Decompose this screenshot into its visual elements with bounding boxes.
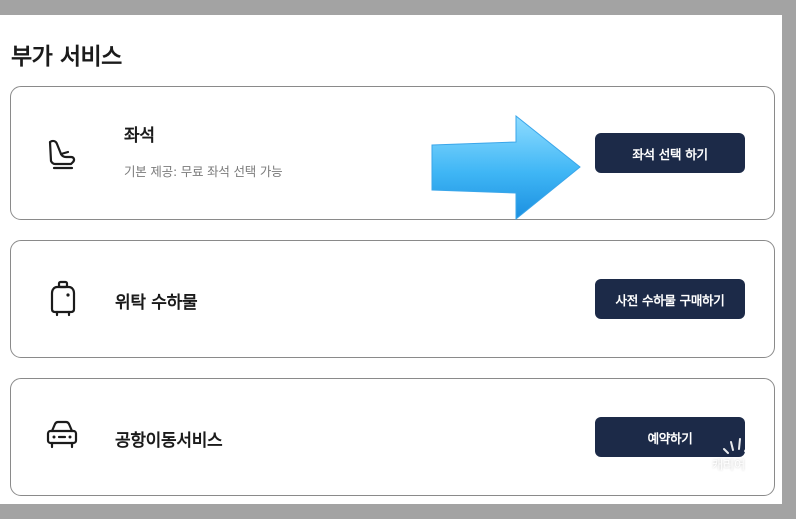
luggage-icon — [47, 279, 79, 323]
seat-card-subtitle: 기본 제공: 무료 좌석 선택 가능 — [124, 164, 283, 179]
transfer-card-title: 공항이동서비스 — [115, 431, 223, 451]
seat-icon — [44, 137, 80, 177]
select-seat-button[interactable]: 좌석 선택 하기 — [595, 133, 745, 173]
car-icon — [44, 417, 80, 457]
watermark-logo: 캐리어 — [712, 435, 782, 515]
section-title: 부가 서비스 — [11, 44, 122, 70]
checked-baggage-card: 위탁 수하물 사전 수하물 구매하기 — [10, 240, 775, 358]
sparkle-icon — [723, 438, 750, 454]
additional-services-panel: 부가 서비스 좌석 기본 제공: 무료 좌석 선택 가능 좌석 선택 하기 위탁… — [0, 15, 782, 504]
annotation-arrow — [431, 115, 581, 221]
seat-service-card: 좌석 기본 제공: 무료 좌석 선택 가능 좌석 선택 하기 — [10, 86, 775, 220]
airport-transfer-card: 공항이동서비스 예약하기 — [10, 378, 775, 496]
baggage-card-title: 위탁 수하물 — [115, 293, 198, 313]
seat-card-title: 좌석 — [124, 126, 155, 146]
prepurchase-baggage-button[interactable]: 사전 수하물 구매하기 — [595, 279, 745, 319]
watermark-text: 캐리어 — [712, 458, 746, 472]
